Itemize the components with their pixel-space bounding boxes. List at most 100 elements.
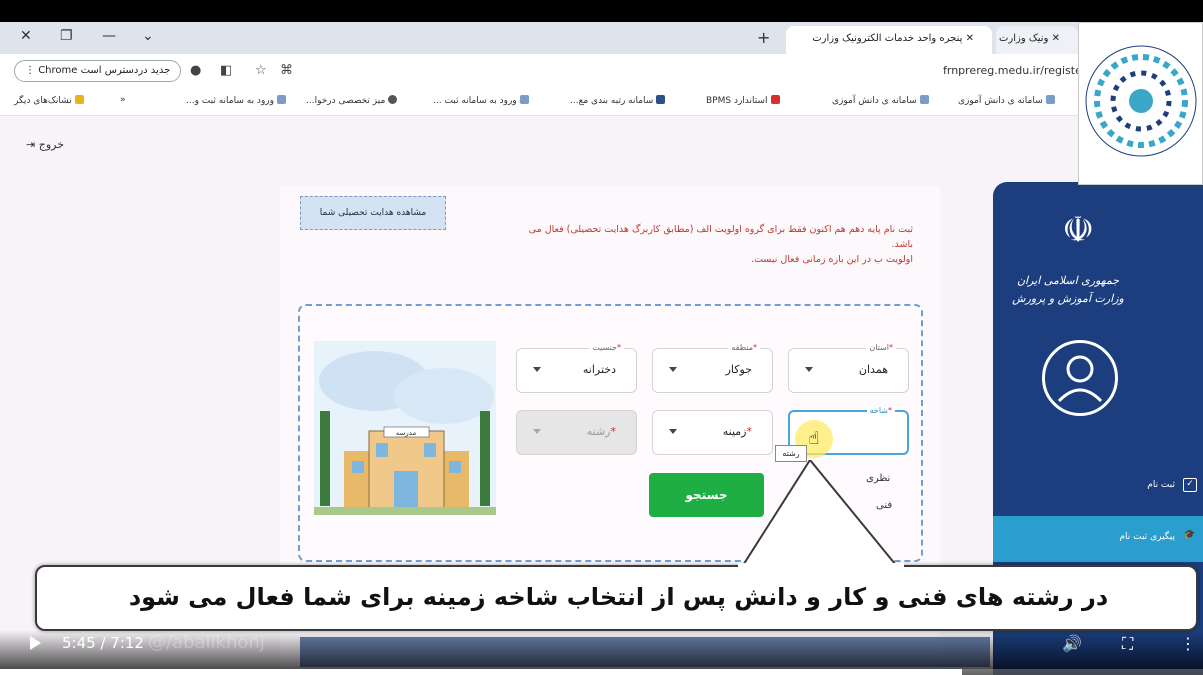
user-avatar-icon <box>1042 340 1118 416</box>
volume-icon[interactable]: 🔊 <box>1062 634 1082 653</box>
tab-ministry[interactable]: ✕ ونیک وزارت <box>996 26 1078 54</box>
menu-dots-icon: ⋮ <box>25 65 35 76</box>
bookmark-item[interactable]: ورود به سامانه ثبت ... <box>433 95 529 106</box>
notice-line: اولویت ب در این بازه زمانی فعال نیست. <box>751 254 913 265</box>
bpms-icon <box>770 95 780 104</box>
sidebar-item-label: پیگیری ثبت نام <box>1119 532 1175 542</box>
close-tab-icon[interactable]: ✕ <box>1052 33 1060 44</box>
video-progress-bar[interactable] <box>0 669 1203 675</box>
profile-icon[interactable]: ● <box>190 63 201 78</box>
tab-title: پنجره واحد خدمات الکترونیک وزارت <box>812 33 963 44</box>
view-guidance-button[interactable]: مشاهده هدایت تحصیلی شما <box>300 196 446 230</box>
bookmark-label: نشانک‌های دیگر <box>14 96 72 106</box>
province-label: *استان <box>866 343 896 352</box>
sidebar-item-label: ثبت نام <box>1147 480 1175 490</box>
bookmark-item[interactable]: میز تخصصی درخوا... <box>306 95 398 106</box>
screen: ✕ ❐ — ⌄ + ✕ پنجره واحد خدمات الکترونیک و… <box>0 0 1203 675</box>
province-value: همدان <box>858 363 888 376</box>
close-window-icon[interactable]: ✕ <box>20 28 32 44</box>
caption-text: در رشته های فنی و کار و دانش پس از انتخا… <box>128 583 1109 611</box>
top-black-bar <box>0 0 1203 22</box>
bookmark-favicon-icon <box>276 95 286 104</box>
region-label: *منطقه <box>728 343 760 352</box>
chrome-update-pill[interactable]: ⋮ Chrome جدید دردسترس است <box>14 60 182 82</box>
checkbox-icon: ✓ <box>1183 478 1197 492</box>
more-options-icon[interactable]: ⋮ <box>1180 634 1196 653</box>
bookmark-label: ورود به سامانه ثبت ... <box>433 96 517 106</box>
tab-list-chevron-icon[interactable]: ⌄ <box>142 28 154 44</box>
browser-tab-strip: ✕ ❐ — ⌄ + ✕ پنجره واحد خدمات الکترونیک و… <box>0 22 1203 54</box>
exit-button[interactable]: خروج ⇥ <box>26 138 64 151</box>
chevron-down-icon <box>805 367 813 372</box>
bookmark-label: سامانه ی دانش آموزی <box>958 96 1043 106</box>
field-select[interactable]: *زمینه <box>652 410 773 455</box>
major-placeholder: *رشته <box>586 425 616 438</box>
video-caption: در رشته های فنی و کار و دانش پس از انتخا… <box>35 565 1198 631</box>
chevron-down-icon <box>533 429 541 434</box>
bookmark-star-icon[interactable]: ☆ <box>255 63 267 78</box>
bookmark-favicon-icon <box>519 95 529 104</box>
bookmark-label: ورود به سامانه ثبت و... <box>186 96 274 106</box>
address-bar: ⋮ Chrome جدید دردسترس است ● ◧ ☆ ⌘ frnpre… <box>0 54 1203 88</box>
school-sign: مدرسه <box>396 429 417 437</box>
emblem-icon <box>656 95 666 104</box>
gender-value: دخترانه <box>582 363 616 376</box>
fullscreen-icon[interactable]: ⛶ <box>1122 634 1133 654</box>
bookmark-label: سامانه رتبه بندی مع... <box>570 96 654 106</box>
chevron-down-icon <box>669 367 677 372</box>
globe-icon <box>388 95 398 104</box>
branch-label: *شاخه <box>866 406 895 415</box>
network-logo-icon <box>1085 45 1197 157</box>
school-illustration: مدرسه <box>314 341 496 515</box>
bookmark-item[interactable]: سامانه ی دانش آموزی <box>832 95 929 106</box>
bookmark-item[interactable]: استاندارد BPMS <box>706 95 780 106</box>
field-placeholder: *زمینه <box>722 425 752 438</box>
folder-icon <box>74 95 84 104</box>
translate-icon[interactable]: ⌘ <box>280 63 293 78</box>
side-panel-icon[interactable]: ◧ <box>220 63 232 78</box>
minimize-window-icon[interactable]: — <box>102 28 116 44</box>
bookmark-label: سامانه ی دانش آموزی <box>832 96 917 106</box>
exit-label: خروج <box>38 138 65 151</box>
notice-line: ثبت نام پایه دهم هم اکنون فقط برای گروه … <box>528 224 913 235</box>
sidebar-item-track[interactable]: 🎓 پیگیری ثبت نام <box>993 516 1203 562</box>
bookmark-label: استاندارد BPMS <box>706 96 768 106</box>
province-select[interactable]: *استان همدان <box>788 343 909 393</box>
new-tab-button[interactable]: + <box>757 28 770 47</box>
restore-window-icon[interactable]: ❐ <box>60 28 73 44</box>
sidebar-title-line: وزارت آموزش و پرورش <box>1012 292 1124 305</box>
bookmark-item[interactable]: سامانه رتبه بندی مع... <box>570 95 666 106</box>
iran-emblem-icon: ☫ <box>1062 210 1095 251</box>
video-progress-fill <box>0 669 963 675</box>
gender-select[interactable]: *جنسیت دخترانه <box>516 343 637 393</box>
sidebar-item-register[interactable]: ✓ ثبت نام <box>993 464 1203 510</box>
bookmarks-bar: نشانک‌های دیگر « ورود به سامانه ثبت و...… <box>0 88 1203 116</box>
caption-callout-pointer <box>738 460 904 570</box>
chevron-down-icon <box>533 367 541 372</box>
bookmark-item[interactable]: سامانه ی دانش آموزی <box>958 95 1055 106</box>
graduation-cap-icon: 🎓 <box>1184 530 1196 540</box>
tab-title: ونیک وزارت <box>998 33 1049 44</box>
bookmark-label: میز تخصصی درخوا... <box>306 96 386 106</box>
chevron-down-icon <box>669 429 677 434</box>
bookmark-favicon-icon <box>919 95 929 104</box>
user-silhouette-icon <box>1057 355 1103 403</box>
bookmark-other[interactable]: نشانک‌های دیگر <box>14 95 84 106</box>
tab-electronic-services[interactable]: ✕ پنجره واحد خدمات الکترونیک وزارت <box>786 26 992 54</box>
close-tab-icon[interactable]: ✕ <box>966 33 974 44</box>
bookmark-favicon-icon <box>1045 95 1055 104</box>
organization-logo <box>1078 22 1203 185</box>
major-select[interactable]: *رشته <box>516 410 637 455</box>
play-icon[interactable] <box>30 636 41 650</box>
logout-icon: ⇥ <box>26 138 36 151</box>
url-field[interactable]: frnprereg.medu.ir/registe <box>943 64 1082 77</box>
bookmarks-overflow-icon[interactable]: « <box>120 95 126 105</box>
notice-line: باشد. <box>891 239 913 250</box>
region-select[interactable]: *منطقه جوکار <box>652 343 773 393</box>
video-time: 5:45 / 7:12 <box>62 634 144 652</box>
bookmark-item[interactable]: ورود به سامانه ثبت و... <box>186 95 286 106</box>
chrome-update-label: Chrome جدید دردسترس است <box>38 65 171 76</box>
sidebar-title-line: جمهوری اسلامی ایران <box>1016 274 1120 287</box>
sidebar-title: جمهوری اسلامی ایران وزارت آموزش و پرورش <box>993 272 1143 308</box>
region-value: جوکار <box>725 363 752 376</box>
